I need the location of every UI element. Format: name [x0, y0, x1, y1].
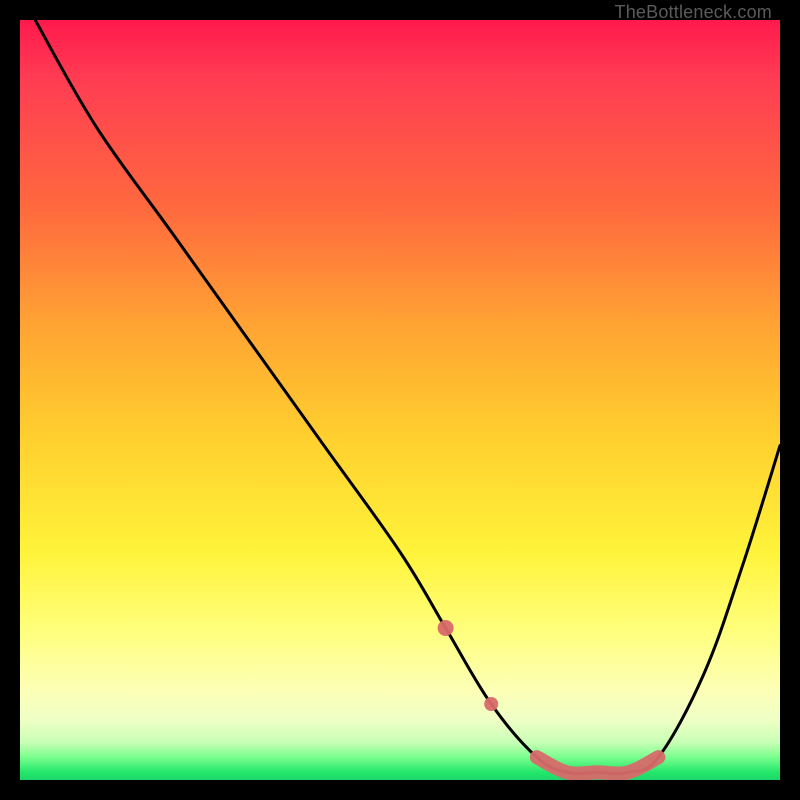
chart-frame: TheBottleneck.com	[20, 20, 780, 780]
highlight-dot	[484, 697, 498, 711]
bottleneck-curve-highlight	[537, 757, 659, 773]
highlight-dot	[438, 620, 454, 636]
chart-svg	[20, 20, 780, 780]
bottleneck-curve	[35, 20, 780, 774]
